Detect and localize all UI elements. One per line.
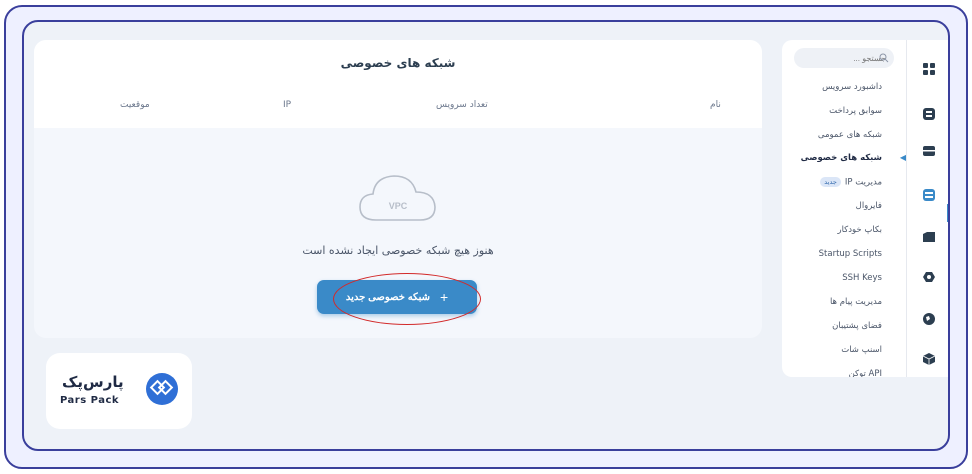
logo-text-fa: پارس‌پک <box>62 373 124 391</box>
column-service-count: تعداد سرویس <box>436 100 488 110</box>
highlight-circle <box>333 273 481 325</box>
sidebar-item-private-networks[interactable]: شبکه های خصوصی <box>801 153 882 163</box>
logo-mark-icon <box>146 373 178 405</box>
rail-active-indicator <box>947 204 948 222</box>
sidebar: داشبورد سرویس سوابق پرداخت شبکه های عموم… <box>782 40 906 377</box>
sidebar-item-public-networks[interactable]: شبکه های عمومی <box>818 130 882 140</box>
billing-icon[interactable] <box>922 107 936 121</box>
vpc-table-header: شبکه های خصوصی نام تعداد سرویس IP موقعیت <box>34 40 762 128</box>
cloud-icon: VPC <box>359 175 436 221</box>
logo-text-en: Pars Pack <box>60 395 120 406</box>
globe-icon[interactable] <box>922 312 936 326</box>
sidebar-item-dashboard[interactable]: داشبورد سرویس <box>822 82 882 92</box>
sidebar-item-ip-label: مدیریت IP <box>844 177 882 188</box>
box-icon[interactable] <box>922 352 936 366</box>
grid-icon[interactable] <box>922 62 936 76</box>
sidebar-item-ssh-keys[interactable]: SSH Keys <box>842 273 882 283</box>
column-location: موقعیت <box>120 100 150 110</box>
column-name: نام <box>710 100 721 110</box>
empty-state-text: هنوز هیچ شبکه خصوصی ایجاد نشده است <box>302 244 494 257</box>
vpc-panel: شبکه های خصوصی نام تعداد سرویس IP موقعیت… <box>34 40 762 338</box>
cloud-label: VPC <box>389 201 408 211</box>
storage-icon[interactable] <box>922 230 936 244</box>
sidebar-item-ip-management[interactable]: مدیریت IPجدید <box>820 177 882 188</box>
sidebar-item-billing[interactable]: سوابق پرداخت <box>829 106 882 116</box>
sidebar-item-api-token[interactable]: API توکن <box>849 369 882 377</box>
sidebar-item-backup-storage[interactable]: فضای پشتیبان <box>832 321 882 331</box>
new-badge: جدید <box>820 177 841 187</box>
sidebar-item-startup-scripts[interactable]: Startup Scripts <box>819 249 882 259</box>
sidebar-item-auto-backup[interactable]: بکاپ خودکار <box>837 225 882 235</box>
security-icon[interactable] <box>922 270 936 284</box>
parspack-logo: پارس‌پک Pars Pack <box>46 353 192 429</box>
sidebar-item-firewall[interactable]: فایروال <box>856 201 882 211</box>
sidebar-item-snapshot[interactable]: اسنپ شات <box>841 345 882 355</box>
server-icon[interactable] <box>922 144 936 158</box>
app-window: شبکه های خصوصی نام تعداد سرویس IP موقعیت… <box>22 20 950 451</box>
search-icon <box>879 53 889 63</box>
sidebar-item-messages[interactable]: مدیریت پیام ها <box>830 297 882 307</box>
column-ip: IP <box>283 100 292 110</box>
icon-rail <box>906 40 948 377</box>
network-icon[interactable] <box>922 188 936 202</box>
page-title: شبکه های خصوصی <box>340 56 456 70</box>
